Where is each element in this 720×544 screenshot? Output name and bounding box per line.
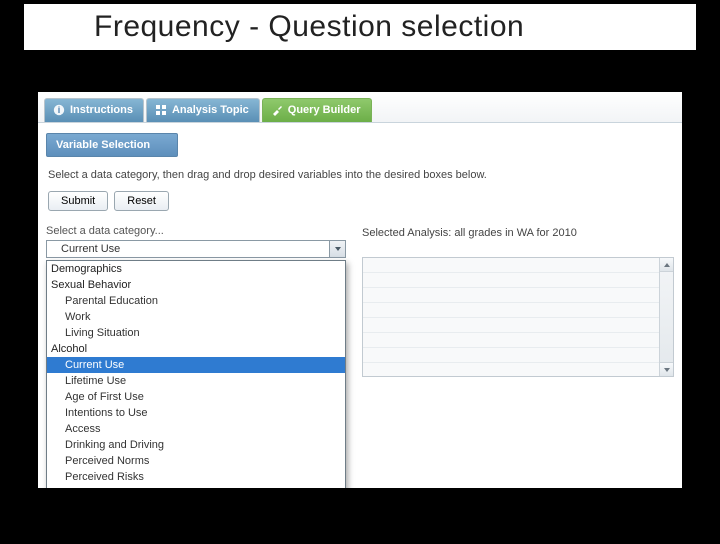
dropdown-option[interactable]: Lifetime Use [47, 373, 345, 389]
scroll-up-icon[interactable] [660, 258, 673, 272]
svg-text:i: i [58, 105, 61, 115]
dropdown-option[interactable]: Work [47, 309, 345, 325]
reset-button[interactable]: Reset [114, 191, 169, 211]
tools-icon [271, 104, 283, 116]
dropdown-option[interactable]: Living Situation [47, 325, 345, 341]
tab-label: Analysis Topic [172, 104, 249, 116]
dropdown-group: Demographics [47, 261, 345, 277]
scroll-down-icon[interactable] [660, 362, 673, 376]
dropdown-option[interactable]: Age of First Use [47, 389, 345, 405]
app-window: i Instructions Analysis Topic Query Buil… [38, 92, 682, 488]
chevron-down-icon [329, 241, 345, 257]
dropdown-option[interactable]: Current Use [47, 357, 345, 373]
tab-label: Query Builder [288, 104, 361, 116]
variable-dropzone[interactable] [362, 257, 674, 377]
tab-query-builder[interactable]: Query Builder [262, 98, 372, 122]
category-select[interactable]: Current Use [46, 240, 346, 258]
scrollbar[interactable] [659, 258, 673, 376]
dropdown-group: Sexual Behavior [47, 277, 345, 293]
submit-button[interactable]: Submit [48, 191, 108, 211]
dropdown-group: Alcohol [47, 341, 345, 357]
category-label: Select a data category... [46, 225, 346, 237]
tab-analysis-topic[interactable]: Analysis Topic [146, 98, 260, 122]
slide-title: Frequency - Question selection [24, 4, 696, 46]
category-dropdown[interactable]: DemographicsSexual BehaviorParental Educ… [46, 260, 346, 488]
grid-icon [155, 104, 167, 116]
dropdown-option[interactable]: Perceived Norms [47, 453, 345, 469]
tab-instructions[interactable]: i Instructions [44, 98, 144, 122]
tab-label: Instructions [70, 104, 133, 116]
dropdown-option[interactable]: Perceived Risks [47, 469, 345, 485]
tab-strip: i Instructions Analysis Topic Query Buil… [38, 92, 682, 123]
dropdown-option[interactable]: Prevention/Intervention [47, 485, 345, 488]
info-icon: i [53, 104, 65, 116]
dropdown-option[interactable]: Access [47, 421, 345, 437]
category-selected-value: Current Use [47, 243, 329, 255]
instruction-text: Select a data category, then drag and dr… [48, 169, 672, 181]
dropdown-option[interactable]: Intentions to Use [47, 405, 345, 421]
selected-analysis-text: Selected Analysis: all grades in WA for … [362, 227, 674, 239]
dropdown-option[interactable]: Parental Education [47, 293, 345, 309]
panel-header: Variable Selection [46, 133, 178, 157]
dropdown-option[interactable]: Drinking and Driving [47, 437, 345, 453]
